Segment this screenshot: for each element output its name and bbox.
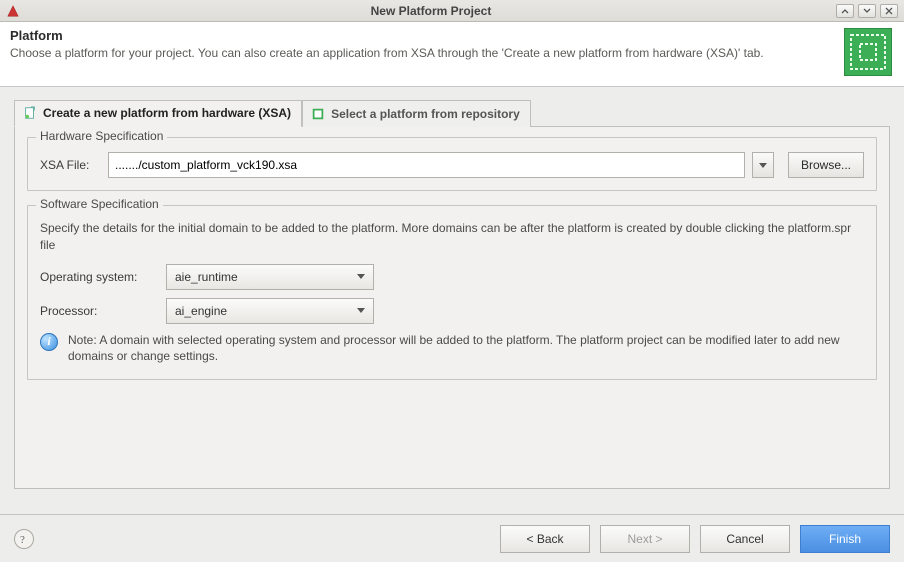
platform-banner-icon — [844, 28, 892, 76]
software-spec-description: Specify the details for the initial doma… — [40, 220, 864, 254]
wizard-header: Platform Choose a platform for your proj… — [0, 22, 904, 87]
close-button[interactable] — [880, 4, 898, 18]
group-software-spec: Software Specification Specify the detai… — [27, 205, 877, 380]
tab-label: Create a new platform from hardware (XSA… — [43, 106, 291, 120]
tab-create-from-xsa[interactable]: Create a new platform from hardware (XSA… — [14, 100, 302, 127]
chevron-down-icon — [357, 274, 365, 279]
chevron-down-icon — [759, 163, 767, 168]
page-title: Platform — [10, 28, 834, 43]
browse-button[interactable]: Browse... — [788, 152, 864, 178]
processor-select-value: ai_engine — [175, 304, 227, 318]
domain-note: Note: A domain with selected operating s… — [68, 332, 864, 366]
help-icon: ? — [18, 533, 30, 545]
repo-icon — [311, 107, 325, 121]
new-file-icon — [23, 106, 37, 120]
cancel-button[interactable]: Cancel — [700, 525, 790, 553]
xsa-file-input[interactable] — [108, 152, 745, 178]
tab-label: Select a platform from repository — [331, 107, 520, 121]
next-button[interactable]: Next > — [600, 525, 690, 553]
page-description: Choose a platform for your project. You … — [10, 45, 834, 61]
group-legend: Software Specification — [36, 197, 163, 211]
window-titlebar: New Platform Project — [0, 0, 904, 22]
help-button[interactable]: ? — [14, 529, 34, 549]
minimize-button[interactable] — [836, 4, 854, 18]
svg-text:?: ? — [20, 534, 25, 545]
processor-select[interactable]: ai_engine — [166, 298, 374, 324]
tab-bar: Create a new platform from hardware (XSA… — [14, 99, 890, 127]
app-icon — [6, 4, 20, 18]
back-button[interactable]: < Back — [500, 525, 590, 553]
xsa-file-dropdown[interactable] — [752, 152, 774, 178]
info-icon: i — [40, 333, 58, 351]
finish-button[interactable]: Finish — [800, 525, 890, 553]
maximize-button[interactable] — [858, 4, 876, 18]
xsa-file-label: XSA File: — [40, 158, 100, 172]
group-hardware-spec: Hardware Specification XSA File: Browse.… — [27, 137, 877, 191]
wizard-footer: ? < Back Next > Cancel Finish — [0, 514, 904, 562]
processor-label: Processor: — [40, 304, 158, 318]
os-select[interactable]: aie_runtime — [166, 264, 374, 290]
tab-select-from-repo[interactable]: Select a platform from repository — [302, 100, 531, 127]
os-label: Operating system: — [40, 270, 158, 284]
os-select-value: aie_runtime — [175, 270, 238, 284]
tab-page-create: Hardware Specification XSA File: Browse.… — [14, 127, 890, 489]
group-legend: Hardware Specification — [36, 129, 167, 143]
window-title: New Platform Project — [26, 4, 836, 18]
chevron-down-icon — [357, 308, 365, 313]
